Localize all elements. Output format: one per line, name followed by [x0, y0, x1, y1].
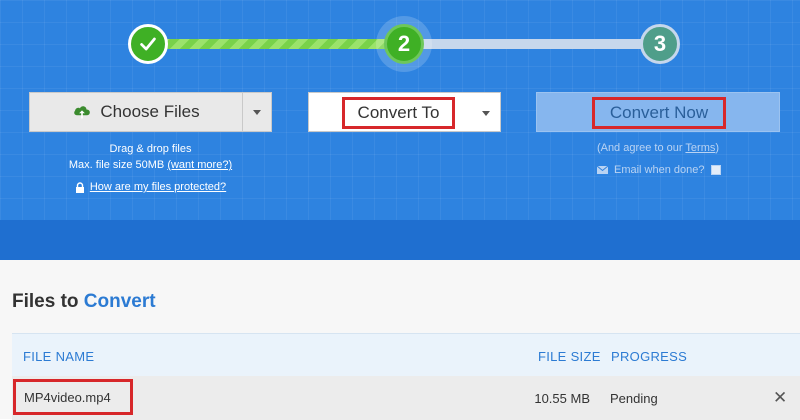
table-row: MP4video.mp4 10.55 MB Pending ✕	[12, 376, 800, 420]
file-status-cell: Pending	[610, 391, 658, 406]
email-when-done-row[interactable]: Email when done?	[597, 164, 721, 176]
max-size-text: Max. file size 50MB	[68, 159, 165, 171]
files-title-prefix: Files to	[12, 291, 79, 312]
cloud-upload-icon	[74, 106, 91, 119]
agree-suffix: )	[715, 142, 720, 154]
terms-note: (And agree to our Terms)	[536, 142, 780, 154]
progress-track-fill	[150, 39, 405, 49]
files-section: Files to Convert FILE NAME FILE SIZE PRO…	[0, 260, 800, 420]
files-protected-link[interactable]: How are my files protected?	[90, 179, 226, 195]
step-1-complete	[128, 24, 168, 64]
chevron-down-icon	[253, 109, 261, 115]
convert-to-select[interactable]: Convert To	[308, 92, 501, 132]
email-when-done-checkbox[interactable]	[710, 165, 721, 175]
step-3-label: 3	[653, 31, 667, 56]
remove-file-close-icon[interactable]: ✕	[773, 388, 787, 408]
files-title-accent: Convert	[83, 291, 156, 312]
convert-now-button[interactable]: Convert Now	[536, 92, 780, 132]
convert-to-label: Convert To	[342, 97, 455, 129]
email-when-done-label: Email when done?	[614, 164, 705, 176]
step-2-label: 2	[397, 31, 411, 56]
file-name-cell: MP4video.mp4	[13, 379, 133, 415]
choose-files-button[interactable]: Choose Files	[29, 92, 272, 132]
converter-hero: 2 3 Choose Files Convert To Convert Now …	[0, 0, 800, 220]
chevron-down-icon	[482, 111, 490, 116]
choose-files-main[interactable]: Choose Files	[30, 93, 242, 131]
hero-bottom-band	[0, 220, 800, 260]
upload-info: Drag & drop files Max. file size 50MB (w…	[29, 141, 272, 195]
file-size-cell: 10.55 MB	[534, 391, 590, 406]
agree-prefix: (And agree to our	[596, 142, 683, 154]
terms-link[interactable]: Terms	[685, 142, 715, 154]
choose-files-label: Choose Files	[100, 102, 200, 121]
files-title: Files to Convert	[12, 291, 156, 313]
want-more-link[interactable]: (want more?)	[167, 159, 232, 171]
column-file-size: FILE SIZE	[538, 349, 601, 364]
lock-icon	[75, 181, 84, 193]
drag-drop-text: Drag & drop files	[109, 143, 192, 155]
table-header: FILE NAME FILE SIZE PROGRESS	[12, 333, 800, 376]
checkmark-icon	[140, 37, 156, 51]
column-file-name: FILE NAME	[23, 349, 95, 364]
files-table: FILE NAME FILE SIZE PROGRESS MP4video.mp…	[12, 333, 800, 420]
convert-now-label: Convert Now	[592, 97, 726, 129]
step-2-active: 2	[384, 24, 424, 64]
step-3-pending: 3	[640, 24, 680, 64]
choose-files-dropdown[interactable]	[242, 93, 271, 131]
envelope-icon	[597, 166, 608, 174]
column-progress: PROGRESS	[611, 349, 688, 364]
